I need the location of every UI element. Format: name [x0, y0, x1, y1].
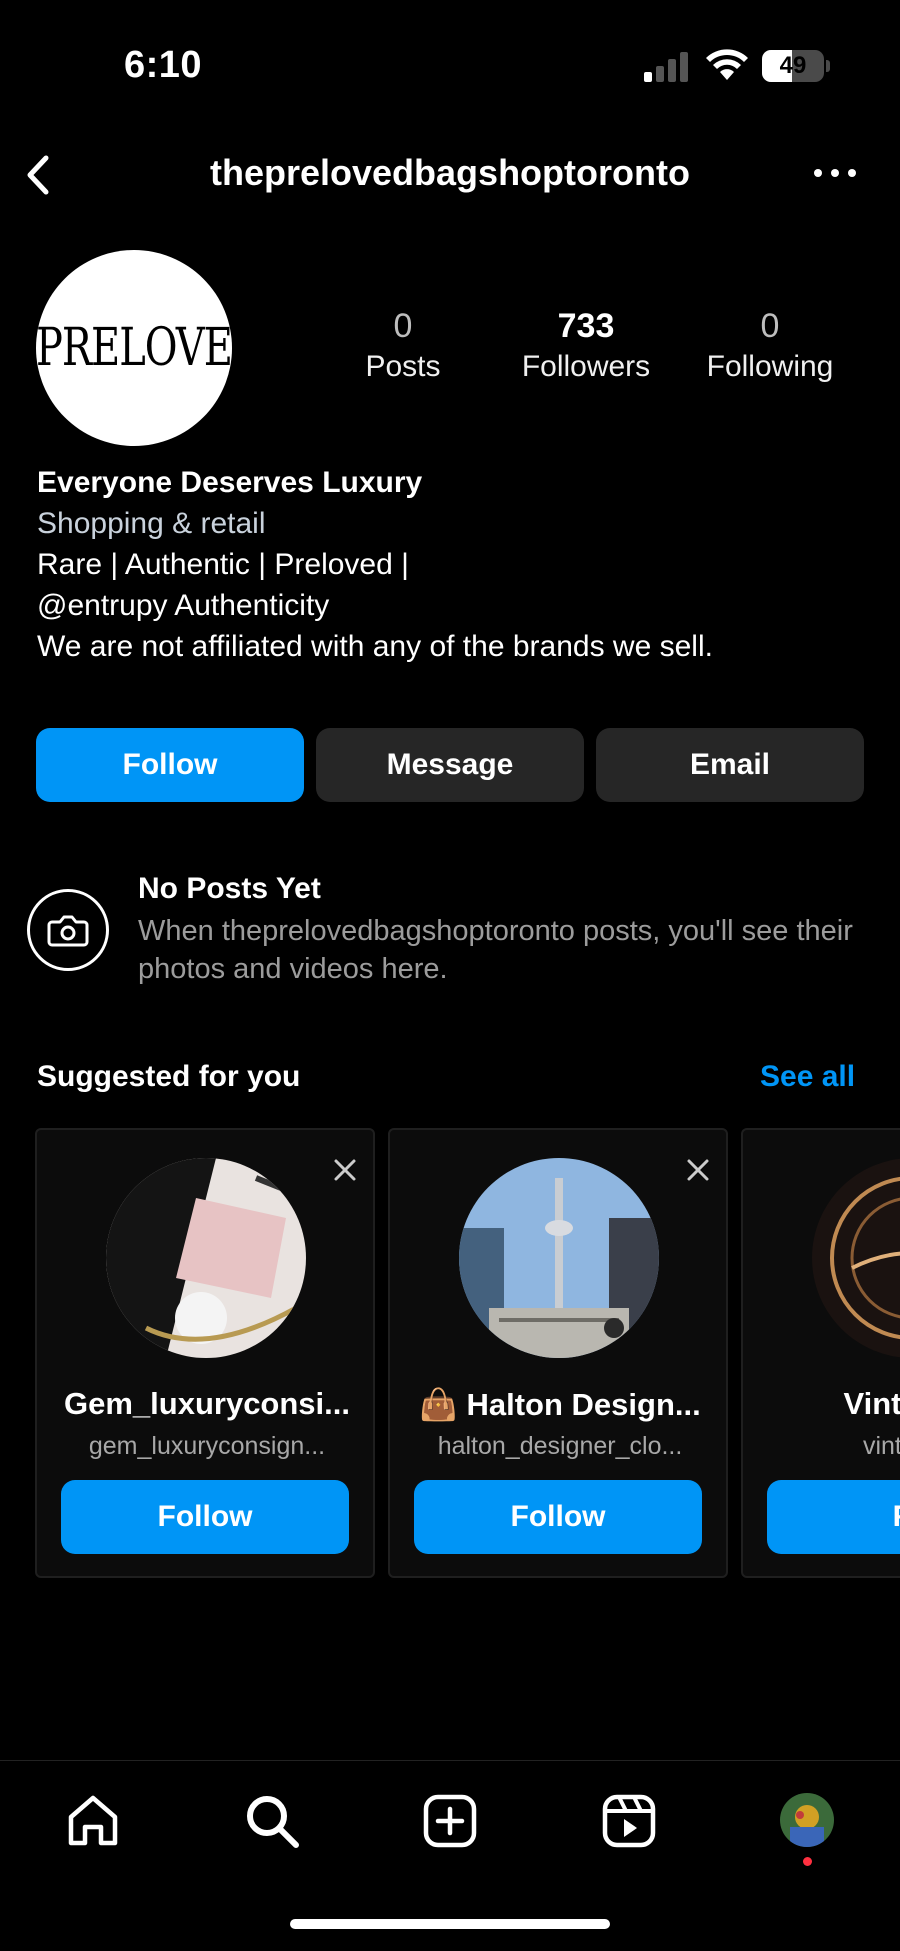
stat-following[interactable]: 0 Following [690, 304, 850, 386]
bio-name: Everyone Deserves Luxury [37, 466, 423, 499]
see-all-link[interactable]: See all [760, 1060, 855, 1094]
suggested-card[interactable]: Vintage L vintagelu Fo [741, 1128, 900, 1578]
stat-followers-label: Followers [521, 350, 651, 383]
suggested-card[interactable]: Gem_luxuryconsi... gem_luxuryconsign... … [35, 1128, 375, 1578]
reels-icon[interactable] [599, 1791, 659, 1851]
bio-line: Rare | Authentic | Preloved | [37, 548, 409, 581]
stat-posts[interactable]: 0 Posts [323, 304, 483, 386]
suggested-follow-button[interactable]: Follow [61, 1480, 349, 1554]
email-button[interactable]: Email [596, 728, 864, 802]
profile-bio: Everyone Deserves Luxury Shopping & reta… [37, 462, 867, 667]
close-icon[interactable] [331, 1156, 359, 1184]
suggested-title: Suggested for you [37, 1060, 301, 1093]
suggested-name[interactable]: Gem_luxuryconsi... [37, 1386, 377, 1422]
search-icon[interactable] [242, 1791, 302, 1851]
suggested-avatar[interactable] [812, 1158, 900, 1358]
profile-avatar[interactable]: PRELOVED [36, 250, 232, 446]
follow-button[interactable]: Follow [36, 728, 304, 802]
stat-posts-count: 0 [393, 307, 413, 345]
camera-icon [27, 889, 109, 971]
status-bar: 6:10 49 [0, 0, 900, 130]
suggested-name[interactable]: 👜 Halton Design... [390, 1386, 730, 1423]
suggested-handle: gem_luxuryconsign... [88, 1432, 326, 1460]
bio-category[interactable]: Shopping & retail [37, 503, 867, 544]
profile-username: theprelovedbagshoptoronto [210, 152, 690, 193]
suggested-carousel[interactable]: Gem_luxuryconsi... gem_luxuryconsign... … [0, 1128, 900, 1580]
create-icon[interactable] [420, 1791, 480, 1851]
suggested-handle: vintagelu [862, 1432, 900, 1460]
bio-mention-line[interactable]: @entrupy Authenticity [37, 585, 867, 626]
battery-indicator: 49 [762, 50, 824, 82]
home-icon[interactable] [63, 1791, 123, 1851]
stat-followers[interactable]: 733 Followers [506, 304, 666, 386]
avatar-logo-text: PRELOVED [36, 318, 232, 378]
profile-action-buttons: Follow Message Email [36, 728, 864, 802]
suggested-avatar[interactable] [459, 1158, 659, 1358]
bio-line: We are not affiliated with any of the br… [37, 630, 713, 663]
battery-cap [826, 60, 830, 72]
wifi-icon [706, 49, 748, 80]
no-posts-title: No Posts Yet [138, 872, 321, 905]
suggested-follow-button[interactable]: Follow [414, 1480, 702, 1554]
suggested-name[interactable]: Vintage L [743, 1386, 900, 1422]
profile-header: theprelovedbagshoptoronto [0, 140, 900, 210]
close-icon[interactable] [684, 1156, 712, 1184]
battery-percentage: 49 [779, 52, 807, 79]
stat-posts-label: Posts [365, 350, 441, 383]
profile-tab-avatar[interactable] [780, 1793, 834, 1847]
no-posts-description: When theprelovedbagshoptoronto posts, yo… [138, 915, 853, 985]
more-options-icon[interactable] [810, 158, 860, 188]
suggested-follow-button[interactable]: Fo [767, 1480, 900, 1554]
suggested-handle: halton_designer_clo... [437, 1432, 683, 1460]
stat-following-count: 0 [760, 307, 780, 345]
stat-following-label: Following [706, 350, 834, 383]
stat-followers-count: 733 [557, 307, 615, 345]
cellular-signal-icon [644, 52, 688, 82]
home-indicator [290, 1919, 610, 1929]
message-button[interactable]: Message [316, 728, 584, 802]
notification-dot [803, 1857, 812, 1866]
suggested-card[interactable]: 👜 Halton Design... halton_designer_clo..… [388, 1128, 728, 1578]
status-time: 6:10 [124, 44, 203, 86]
suggested-avatar[interactable] [106, 1158, 306, 1358]
